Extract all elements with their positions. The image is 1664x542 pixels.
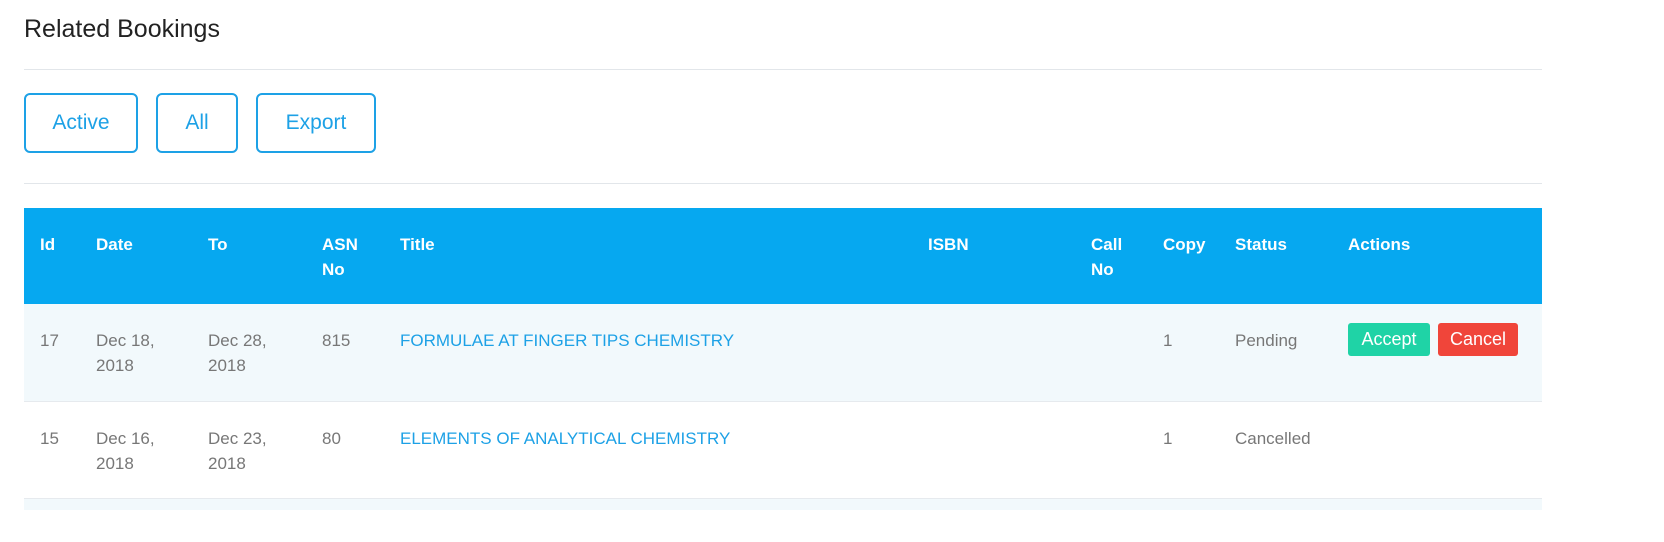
column-header-copy[interactable]: Copy: [1147, 208, 1219, 304]
cell-copy: 1: [1163, 428, 1173, 448]
cell-call-no: [1075, 304, 1147, 401]
cancel-button[interactable]: Cancel: [1438, 323, 1518, 356]
cell-actions: [1332, 401, 1542, 498]
cell-actions: Accept Cancel: [1332, 304, 1542, 401]
cell-title: ELEMENTS OF ANALYTICAL CHEMISTRY: [384, 401, 912, 498]
column-header-actions: Actions: [1348, 235, 1411, 254]
active-filter-button[interactable]: Active: [24, 93, 138, 153]
title-divider: [24, 69, 1542, 70]
column-header-id[interactable]: Id: [24, 208, 80, 304]
cell-call-no: [1075, 401, 1147, 498]
cell-copy: 1: [1163, 331, 1173, 350]
all-filter-button[interactable]: All: [156, 93, 238, 153]
book-title-link[interactable]: ELEMENTS OF ANALYTICAL CHEMISTRY: [400, 429, 730, 448]
cell-id: 17: [40, 331, 59, 350]
cell-asn: 815: [322, 331, 351, 350]
bookings-table: Id Date To ASN No Title ISBN Call No Copy …: [24, 208, 1542, 510]
cell-isbn: [912, 304, 1075, 401]
cell-date: Dec 18, 2018: [96, 331, 155, 375]
table-row: 15 Dec 16, 2018 Dec 23, 2018 80 ELEMENTS O…: [24, 401, 1542, 498]
column-header-status[interactable]: Status: [1219, 208, 1332, 304]
accept-button[interactable]: Accept: [1348, 323, 1430, 356]
cell-to: Dec 28, 2018: [208, 331, 267, 375]
cell-title: FORMULAE AT FINGER TIPS CHEMISTRY: [384, 304, 912, 401]
filter-button-group: Active All Export: [24, 93, 376, 153]
column-header-date[interactable]: Date: [80, 208, 192, 304]
cell-asn: 80: [322, 428, 341, 448]
row-actions: Accept Cancel: [1348, 323, 1542, 356]
cell-isbn: [912, 401, 1075, 498]
table-row-partial: [24, 498, 1542, 510]
column-header-title[interactable]: Title: [384, 208, 912, 304]
cell-date: Dec 16, 2018: [96, 428, 155, 473]
book-title-link[interactable]: FORMULAE AT FINGER TIPS CHEMISTRY: [400, 331, 734, 350]
cell-status: Pending: [1235, 331, 1298, 350]
cell-id: 15: [40, 428, 59, 448]
export-button[interactable]: Export: [256, 93, 376, 153]
cell-status: Cancelled: [1235, 428, 1311, 448]
cell-to: Dec 23, 2018: [208, 428, 267, 473]
column-header-to[interactable]: To: [192, 208, 306, 304]
column-header-call-no[interactable]: Call No: [1075, 208, 1147, 304]
column-header-isbn[interactable]: ISBN: [912, 208, 1075, 304]
table-row: 17 Dec 18, 2018 Dec 28, 2018 815 FORMULAE …: [24, 304, 1542, 401]
table-header-row: Id Date To ASN No Title ISBN Call No Copy …: [24, 208, 1542, 304]
page-title: Related Bookings: [24, 15, 220, 43]
filter-divider: [24, 183, 1542, 184]
column-header-asn-no[interactable]: ASN No: [306, 208, 384, 304]
